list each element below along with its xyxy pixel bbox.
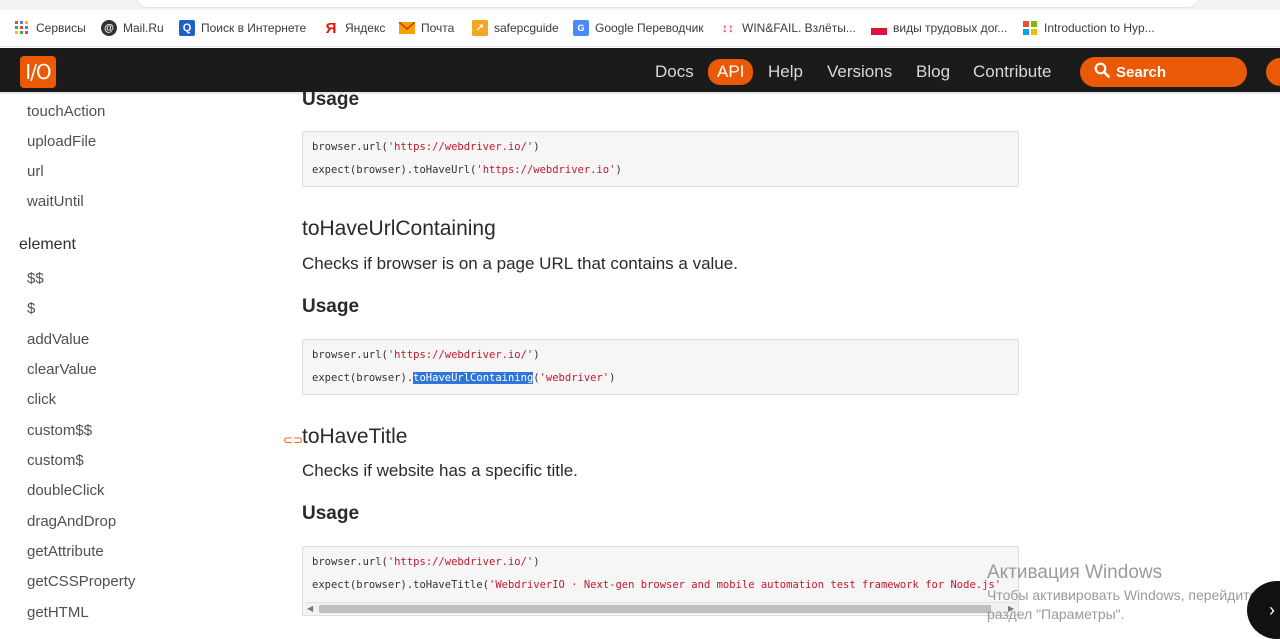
nav-blog[interactable]: Blog — [916, 59, 950, 85]
code-line: browser.url('https://webdriver.io/') — [312, 349, 540, 361]
yandex-icon: Я — [325, 19, 337, 37]
selected-text: toHaveUrlContaining — [413, 372, 534, 384]
search-icon — [1094, 62, 1110, 83]
webdriverio-logo[interactable]: I/O — [20, 56, 56, 88]
bookmark-translate[interactable]: G Google Переводчик — [573, 17, 704, 39]
nav-help[interactable]: Help — [768, 59, 803, 85]
code-line: expect(browser).toHaveTitle('WebdriverIO… — [312, 579, 1002, 591]
nav-versions[interactable]: Versions — [827, 59, 892, 85]
winfail-icon: ↕↕ — [722, 21, 734, 35]
arrow-icon: › — [1269, 599, 1275, 620]
windows-activation-line: Чтобы активировать Windows, перейдите в — [987, 587, 1269, 603]
bookmark-mailru[interactable]: @ Mail.Ru — [101, 17, 164, 39]
nav-contribute[interactable]: Contribute — [973, 59, 1051, 85]
method-description: Checks if website has a specific title. — [302, 461, 578, 480]
translate-icon: G — [573, 20, 589, 36]
code-line: browser.url('https://webdriver.io/') — [312, 141, 540, 153]
search-box[interactable] — [1080, 57, 1247, 87]
code-line: expect(browser).toHaveUrlContaining('web… — [312, 372, 616, 384]
apps-grid-icon — [14, 20, 30, 36]
code-line: expect(browser).toHaveUrl('https://webdr… — [312, 164, 622, 176]
bookmark-search[interactable]: Q Поиск в Интернете — [179, 17, 306, 39]
usage-heading: Usage — [302, 296, 360, 317]
code-block: browser.url('https://webdriver.io/') exp… — [302, 339, 1019, 395]
bookmark-yandex[interactable]: Я Яндекс — [323, 17, 386, 39]
bookmark-services[interactable]: Сервисы — [14, 17, 86, 39]
bookmarks-bar: Сервисы @ Mail.Ru Q Поиск в Интернете Я … — [0, 10, 1280, 47]
search-input[interactable] — [1116, 63, 1226, 81]
scroll-left-icon[interactable]: ◀ — [307, 604, 313, 613]
usage-heading: Usage — [302, 89, 360, 110]
method-description: Checks if browser is on a page URL that … — [302, 254, 738, 273]
browser-top-strip — [0, 0, 1280, 10]
bookmark-hyp[interactable]: Introduction to Hyp... — [1022, 17, 1155, 39]
safepcguide-icon: ↗ — [472, 20, 488, 36]
code-block: browser.url('https://webdriver.io/') exp… — [302, 131, 1019, 187]
nav-api[interactable]: API — [708, 59, 754, 85]
bookmark-label: Поиск в Интернете — [201, 21, 307, 35]
windows-activation-line: раздел "Параметры". — [987, 606, 1125, 622]
bookmark-label: Introduction to Hyp... — [1044, 21, 1155, 35]
method-title: toHaveUrlContaining — [302, 217, 496, 240]
bookmark-label: safepcguide — [494, 21, 559, 35]
bookmark-label: Google Переводчик — [595, 21, 704, 35]
bookmark-label: Яндекс — [345, 21, 386, 35]
method-title: toHaveTitle — [302, 425, 408, 448]
usage-heading: Usage — [302, 503, 360, 524]
bookmark-label: WIN&FAIL. Взлёты... — [742, 21, 856, 35]
scrollbar-thumb[interactable] — [319, 605, 991, 613]
main-content: Usage browser.url('https://webdriver.io/… — [0, 89, 1280, 639]
bookmark-winfail[interactable]: ↕↕ WIN&FAIL. Взлёты... — [720, 17, 856, 39]
bookmark-label: Mail.Ru — [123, 21, 164, 35]
mail-icon — [399, 20, 415, 36]
nav-docs[interactable]: Docs — [655, 59, 694, 85]
bookmark-label: Сервисы — [36, 21, 86, 35]
site-navbar: I/O Docs API Help Versions Blog Contribu… — [0, 48, 1280, 94]
address-bar[interactable] — [135, 0, 1200, 8]
search-q-icon: Q — [179, 20, 195, 36]
anchor-link-icon[interactable]: ⊂⊃ — [283, 433, 303, 447]
microsoft-icon — [1022, 20, 1038, 36]
bookmark-label: виды трудовых дог... — [893, 21, 1008, 35]
flag-icon — [871, 20, 887, 36]
code-line: browser.url('https://webdriver.io/') — [312, 556, 540, 568]
code-horizontal-scrollbar[interactable]: ◀ ▶ — [305, 602, 1018, 614]
bookmark-mail[interactable]: Почта — [399, 17, 454, 39]
nav-extra-button[interactable] — [1266, 58, 1280, 86]
bookmark-safepcguide[interactable]: ↗ safepcguide — [472, 17, 559, 39]
bookmark-contracts[interactable]: виды трудовых дог... — [871, 17, 1007, 39]
mailru-icon: @ — [101, 20, 117, 36]
bookmark-label: Почта — [421, 21, 455, 35]
windows-activation-title: Активация Windows — [987, 562, 1163, 583]
